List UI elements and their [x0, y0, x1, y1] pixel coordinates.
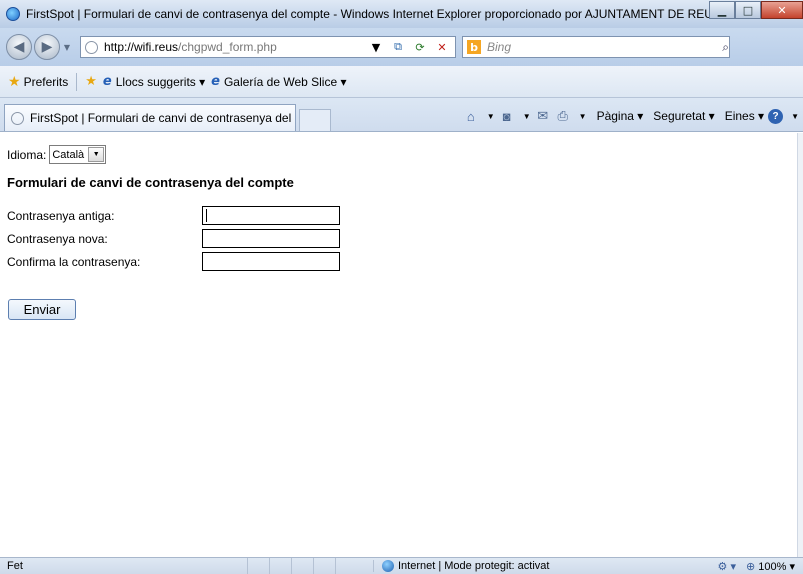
minimize-button[interactable]: ▁ [709, 1, 735, 19]
new-tab-button[interactable] [299, 109, 331, 131]
help-dropdown-icon[interactable]: ▼ [791, 112, 799, 121]
ie-page-icon: e [102, 74, 112, 89]
ie-logo-icon [6, 7, 20, 21]
back-arrow-icon: ◀ [13, 39, 25, 55]
suggested-sites-link[interactable]: Llocs suggerits ▾ [116, 75, 205, 89]
history-dropdown[interactable]: ▼ [60, 43, 74, 52]
language-row: Idioma: Català ▼ [7, 145, 107, 164]
language-label: Idioma: [7, 147, 47, 162]
maximize-button[interactable]: □ [735, 1, 761, 19]
home-icon[interactable]: ⌂ [463, 109, 479, 124]
confirm-password-label: Confirma la contrasenya: [7, 254, 141, 269]
bing-icon: b [467, 40, 481, 54]
form-title: Formulari de canvi de contrasenya del co… [7, 175, 294, 190]
old-password-input[interactable] [202, 206, 340, 225]
zoom-control[interactable]: ⊕ 100% ▾ [746, 560, 795, 573]
favorites-bar: ★ Preferits ★ e Llocs suggerits ▾ e Gale… [0, 66, 803, 98]
chevron-down-icon[interactable]: ▼ [88, 147, 105, 162]
old-password-row: Contrasenya antiga: [7, 206, 340, 225]
favorites-button[interactable]: Preferits [24, 75, 69, 89]
add-favorite-icon[interactable]: ★ [85, 74, 97, 89]
favorites-star-icon: ★ [8, 73, 21, 90]
status-cells [247, 558, 357, 574]
language-select[interactable]: Català ▼ [49, 145, 107, 164]
confirm-password-input[interactable] [202, 252, 340, 271]
print-icon[interactable]: ⎙ [555, 108, 571, 124]
tab-label: FirstSpot | Formulari de canvi de contra… [30, 111, 295, 125]
language-value: Català [52, 148, 85, 161]
back-button[interactable]: ◀ [6, 34, 32, 60]
status-bar: Fet Internet | Mode protegit: activat ⚙ … [0, 557, 803, 574]
status-text: Fet [7, 560, 23, 572]
refresh-icon[interactable]: ⟳ [413, 40, 427, 54]
window-title: FirstSpot | Formulari de canvi de contra… [26, 7, 709, 21]
page-icon [85, 40, 98, 54]
stop-icon[interactable]: ✕ [435, 40, 449, 54]
title-bar: FirstSpot | Formulari de canvi de contra… [0, 0, 803, 28]
compatibility-view-icon[interactable]: ⧉ [391, 40, 405, 54]
search-icon[interactable]: ⌕ [722, 40, 729, 55]
url-path: /chgpwd_form.php [178, 40, 277, 54]
command-bar: ⌂ ▼ ◙ ▼ ✉ ⎙ ▼ Pàgina ▾ Seguretat ▾ Eines ▾ … [463, 101, 799, 131]
page-menu[interactable]: Pàgina ▾ [597, 109, 644, 123]
page-content: Idioma: Català ▼ Formulari de canvi de c… [0, 133, 797, 557]
url-dropdown-icon[interactable]: ▼ [369, 40, 383, 54]
protected-mode-icon[interactable]: ⚙ ▾ [718, 560, 736, 573]
feeds-dropdown-icon[interactable]: ▼ [523, 112, 531, 121]
ie-page-icon: e [211, 74, 220, 89]
new-password-label: Contrasenya nova: [7, 231, 108, 246]
address-toolbar: ◀ ▶ ▼ http://wifi.reus/chgpwd_form.php ▼… [0, 28, 803, 66]
tools-menu[interactable]: Eines ▾ [725, 109, 764, 123]
search-placeholder: Bing [487, 40, 512, 54]
zoom-level: 100% [758, 560, 787, 573]
tab-row: FirstSpot | Formulari de canvi de contra… [0, 98, 803, 132]
zone-text: Internet | Mode protegit: activat [398, 560, 550, 572]
zoom-area: ⚙ ▾ ⊕ 100% ▾ [718, 560, 795, 573]
help-icon[interactable]: ? [768, 108, 784, 124]
url-host: http://wifi.reus [104, 40, 179, 54]
mail-icon[interactable]: ✉ [535, 108, 551, 124]
submit-button[interactable]: Enviar [8, 299, 76, 320]
close-button[interactable]: ✕ [761, 1, 803, 19]
address-field[interactable]: http://wifi.reus/chgpwd_form.php ▼ ⧉ ⟳ ✕ [80, 36, 456, 58]
page-icon [11, 111, 24, 125]
security-zone[interactable]: Internet | Mode protegit: activat [373, 560, 613, 572]
globe-icon [382, 560, 394, 572]
forward-arrow-icon: ▶ [41, 39, 53, 55]
zoom-icon: ⊕ [746, 560, 756, 573]
feeds-icon[interactable]: ◙ [499, 109, 515, 124]
home-dropdown-icon[interactable]: ▼ [487, 112, 495, 121]
forward-button[interactable]: ▶ [34, 34, 60, 60]
old-password-label: Contrasenya antiga: [7, 208, 115, 223]
window-controls: ▁ □ ✕ [709, 1, 803, 21]
print-dropdown-icon[interactable]: ▼ [579, 112, 587, 121]
separator [76, 72, 78, 91]
new-password-row: Contrasenya nova: [7, 229, 340, 248]
safety-menu[interactable]: Seguretat ▾ [653, 109, 714, 123]
search-field[interactable]: b Bing ⌕ [462, 36, 730, 58]
url-text[interactable]: http://wifi.reus/chgpwd_form.php [104, 40, 369, 54]
new-password-input[interactable] [202, 229, 340, 248]
web-slice-gallery-link[interactable]: Galería de Web Slice ▾ [224, 75, 347, 89]
tab-active[interactable]: FirstSpot | Formulari de canvi de contra… [4, 104, 296, 131]
vertical-scrollbar[interactable] [797, 133, 803, 557]
confirm-password-row: Confirma la contrasenya: [7, 252, 340, 271]
